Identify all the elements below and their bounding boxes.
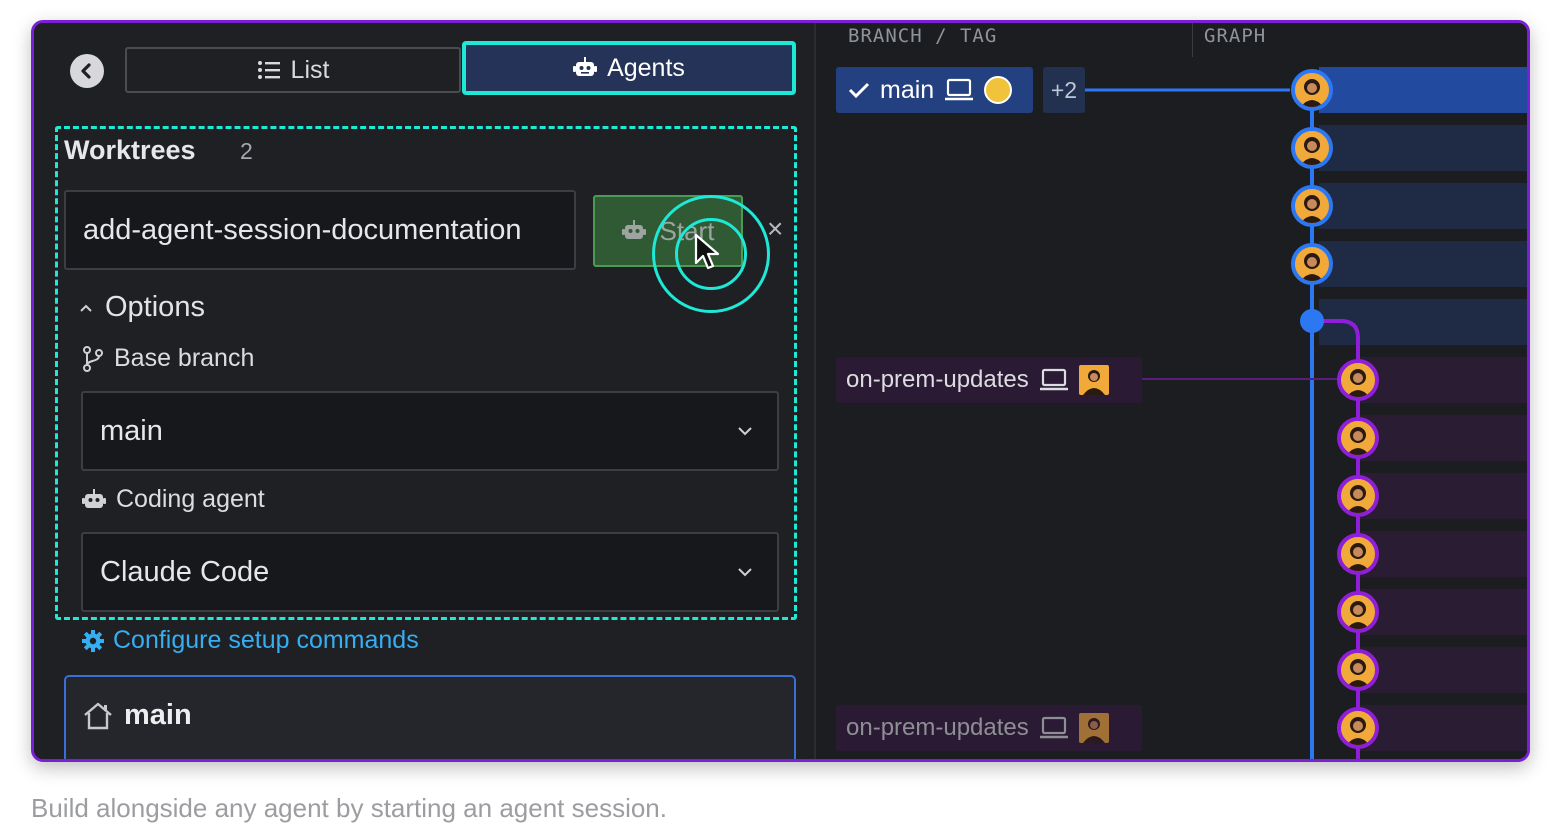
options-toggle[interactable]: Options xyxy=(79,291,205,324)
configure-setup-text: Configure setup commands xyxy=(113,626,419,654)
chevron-down-icon xyxy=(738,568,752,577)
robot-icon xyxy=(621,220,646,239)
cursor-icon xyxy=(694,233,720,270)
coding-agent-label: Coding agent xyxy=(82,485,265,514)
tab-agents-label: Agents xyxy=(607,53,685,82)
github-avatar-icon xyxy=(984,76,1013,104)
figure-caption: Build alongside any agent by starting an… xyxy=(31,793,667,823)
worktree-panel: List Agents Worktrees 2 add-agent-sessio… xyxy=(34,23,814,759)
commit-node[interactable] xyxy=(1337,359,1379,401)
branch-label-on-prem-updates-remote[interactable]: on-prem-updates xyxy=(836,705,1142,751)
commit-node[interactable] xyxy=(1337,649,1379,691)
back-button[interactable] xyxy=(70,54,104,88)
robot-icon xyxy=(573,57,598,76)
base-branch-text: Base branch xyxy=(114,344,255,372)
branch-label-on-prem-updates[interactable]: on-prem-updates xyxy=(836,357,1142,403)
home-icon xyxy=(84,702,112,729)
author-avatar xyxy=(1078,365,1109,395)
tab-agents[interactable]: Agents xyxy=(462,41,796,95)
branch-main-name: main xyxy=(880,75,935,104)
worktrees-count: 2 xyxy=(240,138,253,164)
laptop-icon xyxy=(1039,716,1068,739)
tab-list[interactable]: List xyxy=(125,47,461,93)
main-worktree-label: main xyxy=(124,699,192,731)
base-branch-label: Base branch xyxy=(82,344,254,373)
close-icon[interactable]: × xyxy=(767,213,783,245)
main-worktree-card[interactable]: main xyxy=(64,675,796,759)
commit-graph-panel: BRANCH / TAG GRAPH main +2 on-prem-updat… xyxy=(814,23,1527,759)
list-icon xyxy=(257,61,280,79)
back-arrow-icon xyxy=(81,63,91,79)
tab-list-label: List xyxy=(290,55,330,84)
commit-node[interactable] xyxy=(1337,475,1379,517)
options-heading: Options xyxy=(105,291,205,323)
branch-name: on-prem-updates xyxy=(846,366,1029,393)
worktree-name-value: add-agent-session-documentation xyxy=(83,213,522,246)
chevron-down-icon xyxy=(738,427,752,436)
laptop-icon xyxy=(945,78,974,101)
coding-agent-select[interactable]: Claude Code xyxy=(81,532,779,612)
author-avatar xyxy=(1078,713,1109,743)
branch-name: on-prem-updates xyxy=(846,714,1029,741)
check-icon xyxy=(848,82,870,99)
commit-node[interactable] xyxy=(1291,127,1333,169)
robot-icon xyxy=(82,488,106,508)
configure-setup-link[interactable]: Configure setup commands xyxy=(81,626,419,655)
coding-agent-value: Claude Code xyxy=(100,555,270,588)
main-worktree-title: main xyxy=(82,699,192,732)
commit-node[interactable] xyxy=(1337,707,1379,749)
branch-icon xyxy=(83,345,103,372)
worktree-name-input[interactable]: add-agent-session-documentation xyxy=(64,190,576,270)
coding-agent-text: Coding agent xyxy=(116,485,265,513)
commit-node[interactable] xyxy=(1337,533,1379,575)
chevron-up-icon xyxy=(80,304,92,312)
commit-node[interactable] xyxy=(1291,69,1333,111)
laptop-icon xyxy=(1039,368,1068,391)
branch-label-main[interactable]: main xyxy=(836,67,1033,113)
app-window: List Agents Worktrees 2 add-agent-sessio… xyxy=(31,20,1530,762)
gear-icon xyxy=(82,629,104,652)
commit-node[interactable] xyxy=(1291,243,1333,285)
extra-refs-badge[interactable]: +2 xyxy=(1043,67,1085,113)
base-branch-select[interactable]: main xyxy=(81,391,779,471)
base-branch-value: main xyxy=(100,414,163,447)
commit-node[interactable] xyxy=(1337,417,1379,459)
commit-node[interactable] xyxy=(1291,185,1333,227)
commit-node[interactable] xyxy=(1337,591,1379,633)
worktrees-title: Worktrees xyxy=(64,135,196,165)
